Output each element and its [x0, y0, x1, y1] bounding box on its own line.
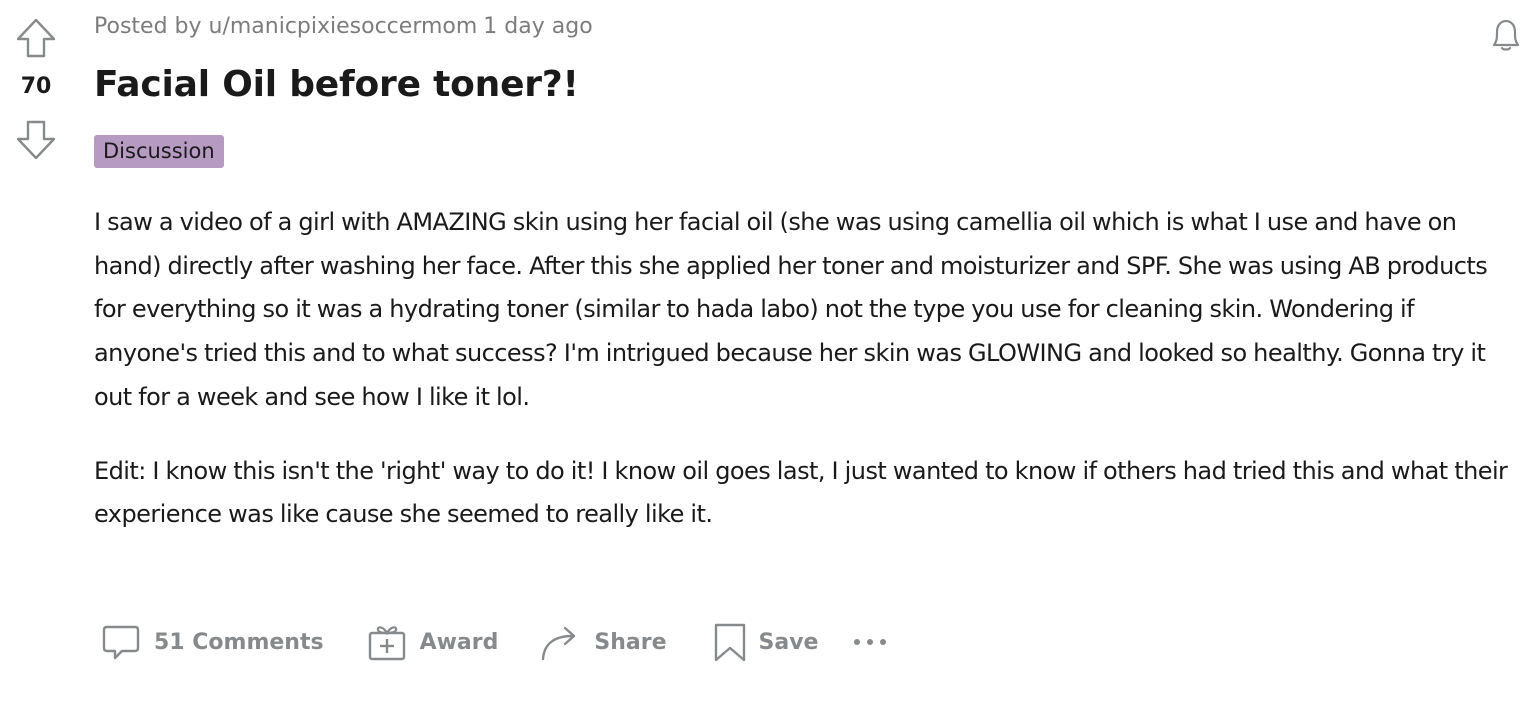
post-body: I saw a video of a girl with AMAZING ski… — [94, 201, 1509, 567]
post-timestamp[interactable]: 1 day ago — [483, 14, 592, 39]
gift-icon — [368, 626, 405, 661]
save-button[interactable]: Save — [713, 617, 819, 667]
more-dot — [854, 639, 861, 645]
post-title[interactable]: Facial Oil before toner?! — [94, 64, 579, 105]
bookmark-icon — [714, 623, 745, 662]
post-card: 70 Posted by u/manicpixiesoccermom 1 day … — [0, 0, 1536, 720]
vote-count: 70 — [20, 74, 52, 99]
bell-icon[interactable] — [1486, 14, 1526, 54]
share-label: Share — [594, 629, 667, 655]
action-bar: 51 Comments Award Share Save — [100, 617, 893, 667]
post-paragraph: I saw a video of a girl with AMAZING ski… — [94, 208, 1488, 411]
share-button[interactable]: Share — [538, 617, 667, 667]
comment-bubble-icon — [102, 625, 140, 660]
more-dots-icon[interactable] — [854, 617, 893, 667]
downvote-arrow-icon[interactable] — [14, 118, 58, 162]
upvote-arrow-icon[interactable] — [14, 16, 58, 60]
post-meta: Posted by u/manicpixiesoccermom 1 day ago — [94, 14, 593, 39]
author-link[interactable]: Posted by u/manicpixiesoccermom — [94, 14, 477, 39]
share-arrow-icon — [542, 626, 576, 661]
save-label: Save — [758, 629, 819, 655]
award-label: Award — [419, 629, 499, 655]
more-dot — [867, 639, 874, 645]
more-dot — [880, 639, 887, 645]
comments-count-label: 51 Comments — [154, 629, 324, 655]
post-paragraph: Edit: I know this isn't the 'right' way … — [94, 456, 1508, 529]
flair-badge[interactable]: Discussion — [94, 135, 224, 168]
comments-button[interactable]: 51 Comments — [100, 617, 324, 667]
award-button[interactable]: Award — [366, 617, 499, 667]
